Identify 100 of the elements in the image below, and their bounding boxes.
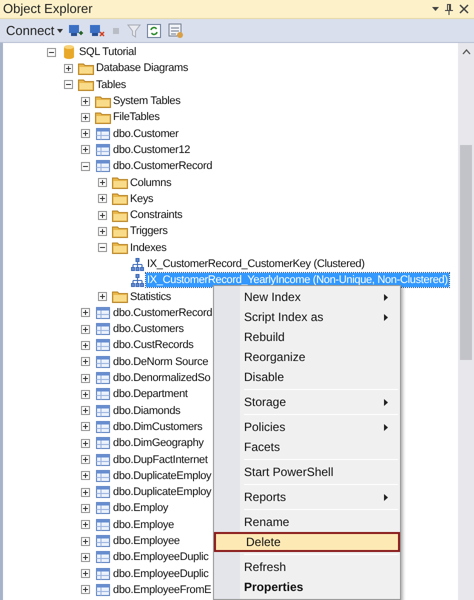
tree-item[interactable]: dbo.Customers	[112, 322, 185, 336]
menu-item[interactable]: Refresh	[214, 557, 400, 577]
expand-icon[interactable]	[81, 374, 90, 383]
menu-item[interactable]: Storage	[214, 392, 400, 412]
submenu-arrow-icon	[384, 398, 388, 406]
tree-item[interactable]: dbo.DupFactInternet	[112, 452, 209, 467]
tree-item[interactable]: dbo.Diamonds	[112, 404, 182, 418]
expand-icon[interactable]	[98, 210, 107, 220]
expand-icon[interactable]	[81, 357, 90, 366]
tree-item[interactable]: dbo.EmployeeFromE	[112, 582, 212, 597]
expand-icon[interactable]	[81, 438, 90, 448]
table-icon	[96, 437, 110, 450]
scroll-thumb[interactable]	[460, 145, 472, 360]
tree-item[interactable]: dbo.CustRecords	[112, 338, 194, 352]
tree-item[interactable]: dbo.EmployeeDuplic	[112, 550, 210, 564]
disconnect-icon[interactable]	[89, 22, 106, 38]
scroll-up-icon[interactable]	[462, 49, 470, 55]
tree-item[interactable]: dbo.Department	[112, 387, 189, 402]
expand-icon[interactable]	[81, 112, 90, 122]
tree-item[interactable]: dbo.DuplicateEmploy	[112, 485, 212, 500]
tree-item[interactable]: Statistics	[129, 290, 172, 304]
folder-icon	[95, 94, 111, 108]
tree-item[interactable]: Constraints	[129, 208, 184, 222]
expand-icon[interactable]	[81, 422, 90, 432]
menu-item[interactable]: Facets	[214, 437, 400, 457]
hierarchy-icon	[130, 274, 144, 287]
expand-icon[interactable]	[81, 308, 90, 318]
expand-icon[interactable]	[81, 406, 90, 416]
tree-item[interactable]: dbo.Customer	[112, 126, 180, 141]
tree-item[interactable]: dbo.Employee	[112, 534, 181, 548]
tree-item[interactable]: dbo.DimGeography	[112, 436, 205, 450]
collapse-icon[interactable]	[81, 162, 90, 171]
tree-item[interactable]: Triggers	[129, 224, 169, 238]
close-icon[interactable]	[459, 4, 469, 14]
menu-item[interactable]: Reorganize	[214, 347, 400, 367]
expand-icon[interactable]	[81, 585, 90, 594]
menu-item[interactable]: Start PowerShell	[214, 462, 400, 482]
tree-item[interactable]: dbo.Employe	[112, 518, 175, 532]
pin-icon[interactable]	[445, 3, 453, 15]
expand-icon[interactable]	[81, 340, 90, 350]
expand-icon[interactable]	[81, 520, 90, 530]
expand-icon[interactable]	[81, 488, 90, 497]
folder-icon	[78, 62, 94, 75]
connect-icon[interactable]	[68, 22, 84, 38]
table-icon	[96, 486, 110, 498]
submenu-arrow-icon	[384, 424, 388, 430]
expand-icon[interactable]	[81, 536, 90, 546]
expand-icon[interactable]	[81, 471, 90, 480]
tree-item[interactable]: Database Diagrams	[95, 61, 190, 76]
scrollbar[interactable]	[458, 43, 474, 600]
expand-icon[interactable]	[98, 226, 107, 236]
menu-item[interactable]: Script Index as	[214, 307, 400, 327]
menu-item[interactable]: New Index	[214, 287, 400, 307]
collapse-icon[interactable]	[98, 243, 107, 252]
menu-item[interactable]: Rebuild	[214, 327, 400, 347]
tree-item[interactable]: FileTables	[112, 110, 161, 124]
menu-item[interactable]: Properties	[214, 577, 400, 597]
menu-item[interactable]: Disable	[214, 367, 400, 387]
table-icon	[96, 584, 110, 596]
dropdown-icon[interactable]	[432, 7, 439, 11]
table-icon	[96, 518, 110, 531]
expand-icon[interactable]	[64, 64, 73, 73]
tree-item[interactable]: SQL Tutorial	[78, 45, 138, 60]
menu-item[interactable]: Policies	[214, 417, 400, 437]
expand-icon[interactable]	[98, 194, 107, 204]
tree-item[interactable]: Columns	[129, 176, 172, 190]
expand-icon[interactable]	[81, 96, 90, 106]
collapse-icon[interactable]	[47, 48, 56, 57]
menu-item[interactable]: Reports	[214, 487, 400, 507]
tree-item[interactable]: Tables	[95, 78, 127, 92]
tree-item[interactable]: dbo.DenormalizedSo	[112, 371, 212, 386]
tree-item[interactable]: Indexes	[129, 240, 168, 255]
tree-item[interactable]: dbo.DimCustomers	[112, 420, 204, 434]
expand-icon[interactable]	[81, 569, 90, 578]
tree-item[interactable]: Keys	[129, 192, 154, 206]
table-icon	[96, 404, 110, 417]
menu-item[interactable]: Rename	[214, 512, 400, 532]
tree-item[interactable]: dbo.DeNorm Source	[112, 354, 210, 369]
refresh-icon[interactable]	[146, 22, 162, 38]
expand-icon[interactable]	[81, 324, 90, 334]
tree-item[interactable]: dbo.CustomerRecord	[112, 306, 214, 320]
collapse-icon[interactable]	[64, 80, 73, 90]
tree-item[interactable]: dbo.DuplicateEmploy	[112, 468, 212, 483]
tree-item[interactable]: dbo.CustomerRecord	[112, 159, 214, 174]
tree-item[interactable]: dbo.EmployeeDuplic	[112, 566, 210, 581]
table-icon	[96, 128, 110, 140]
tree-item[interactable]: System Tables	[112, 94, 182, 108]
expand-icon[interactable]	[81, 390, 90, 399]
expand-icon[interactable]	[98, 178, 107, 188]
expand-icon[interactable]	[81, 552, 90, 562]
expand-icon[interactable]	[81, 504, 90, 513]
connect-button[interactable]: Connect	[6, 20, 64, 40]
menu-item[interactable]: Delete	[214, 532, 400, 552]
expand-icon[interactable]	[98, 292, 107, 302]
tree-item[interactable]: IX_CustomerRecord_CustomerKey (Clustered)	[146, 257, 366, 271]
expand-icon[interactable]	[81, 455, 90, 464]
tree-item[interactable]: dbo.Customer12	[112, 142, 192, 157]
tree-item[interactable]: dbo.Employ	[112, 501, 170, 516]
expand-icon[interactable]	[81, 129, 90, 138]
expand-icon[interactable]	[81, 145, 90, 154]
